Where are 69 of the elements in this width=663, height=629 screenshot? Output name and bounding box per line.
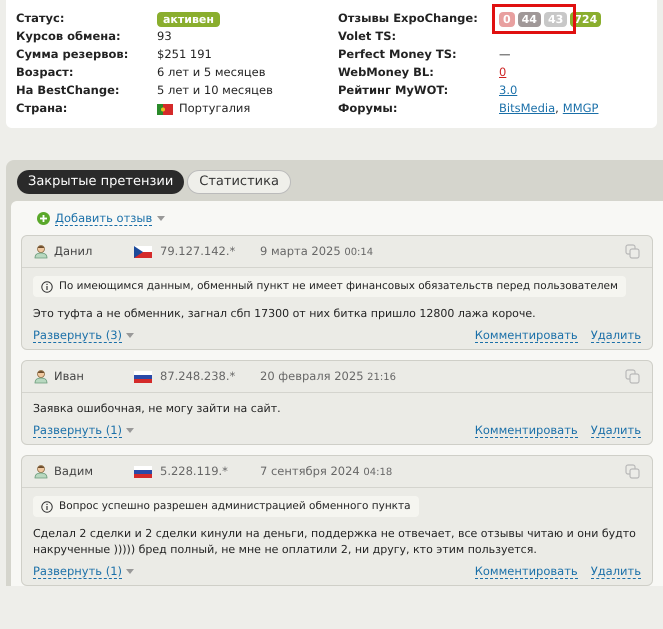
ip-address: 5.228.119.* xyxy=(160,462,229,480)
review-text: Это туфта а не обменник, загнал сбп 17300 от них битка пришло 12800 лажа короче. xyxy=(33,306,537,322)
copy-icon[interactable] xyxy=(625,464,640,479)
flag-icon xyxy=(134,466,152,478)
notice-text: Вопрос успешно разрешен администрацией обменного пункта xyxy=(59,498,411,514)
expand-link[interactable]: Развернуть (3) xyxy=(33,328,122,343)
info-link[interactable]: 0 xyxy=(499,64,506,82)
info-label: На BestChange: xyxy=(16,82,120,100)
flag-icon xyxy=(157,104,173,114)
review-date: 7 сентября 2024 04:18 xyxy=(260,462,392,480)
ip-address: 87.248.238.* xyxy=(160,368,236,385)
delete-link[interactable]: Удалить xyxy=(590,328,641,343)
user-icon xyxy=(34,369,48,384)
caret-icon xyxy=(157,216,166,221)
info-label: Отзывы ExpoChange: xyxy=(338,10,479,28)
expand-link[interactable]: Развернуть (1) xyxy=(33,423,122,438)
copy-icon[interactable] xyxy=(625,369,640,384)
info-label: Рейтинг MyWOT: xyxy=(338,82,450,100)
delete-link[interactable]: Удалить xyxy=(590,423,641,438)
expand-link[interactable]: Развернуть (1) xyxy=(33,564,122,579)
info-label: Курсов обмена: xyxy=(16,28,122,46)
info-label: Сумма резервов: xyxy=(16,46,130,64)
review-count-badge[interactable]: 724 xyxy=(570,12,602,26)
review-text: Заявка ошибочная, не могу зайти на сайт. xyxy=(33,401,282,417)
user-icon xyxy=(34,464,48,479)
copy-icon[interactable] xyxy=(625,244,640,259)
status-badge: активен xyxy=(157,12,220,26)
delete-link[interactable]: Удалить xyxy=(590,564,641,579)
caret-icon xyxy=(126,428,134,433)
info-label: Форумы: xyxy=(338,100,398,118)
review-count-badge[interactable]: 44 xyxy=(518,12,541,26)
notice-text: По имеющимся данным, обменный пункт не имеет финансовых обязательств перед пользователем xyxy=(59,278,618,294)
info-value: — xyxy=(499,46,510,64)
info-label: Статус: xyxy=(16,10,66,28)
add-review-link[interactable]: Добавить отзыв xyxy=(55,211,152,226)
flag-icon xyxy=(134,246,152,258)
separator: , xyxy=(555,100,559,118)
country-name: Португалия xyxy=(179,100,250,118)
review-text: Сделал 2 сделки и 2 сделки кинули на деньги, поддержка не отвечает, все отзывы читаю и они будто накрученные ))))) бред полный, не мне не оплатили 2, ни другу, кто этим пользуется. xyxy=(33,526,637,558)
user-icon xyxy=(34,244,48,259)
comment-link[interactable]: Комментировать xyxy=(474,423,578,438)
flag-icon xyxy=(134,370,152,382)
tab[interactable]: Закрытые претензии xyxy=(17,170,184,194)
add-icon xyxy=(37,212,50,225)
comment-link[interactable]: Комментировать xyxy=(474,328,578,343)
info-icon xyxy=(41,500,53,512)
ip-address: 79.127.142.* xyxy=(160,242,236,260)
info-label: WebMoney BL: xyxy=(338,64,435,82)
info-label: Perfect Money TS: xyxy=(338,46,458,64)
info-link[interactable]: BitsMedia xyxy=(499,100,556,118)
info-value: 6 лет и 5 месяцев xyxy=(157,64,266,82)
caret-icon xyxy=(126,569,134,574)
tab[interactable]: Статистика xyxy=(187,170,291,194)
review-date: 20 февраля 2025 21:16 xyxy=(260,368,396,385)
caret-icon xyxy=(126,333,134,338)
info-icon xyxy=(41,280,53,292)
info-value: 93 xyxy=(157,28,172,46)
info-value: 5 лет и 10 месяцев xyxy=(157,82,273,100)
reviewer-name: Данил xyxy=(54,242,94,260)
reviewer-name: Иван xyxy=(54,368,85,385)
info-label: Страна: xyxy=(16,100,68,118)
info-link[interactable]: 3.0 xyxy=(499,82,518,100)
review-date: 9 марта 2025 00:14 xyxy=(260,242,374,260)
reviewer-name: Вадим xyxy=(54,462,94,480)
info-link[interactable]: MMGP xyxy=(562,100,598,118)
info-value: $251 191 xyxy=(157,46,212,64)
info-label: Возраст: xyxy=(16,64,74,82)
comment-link[interactable]: Комментировать xyxy=(474,564,578,579)
info-label: Volet TS: xyxy=(338,28,398,46)
